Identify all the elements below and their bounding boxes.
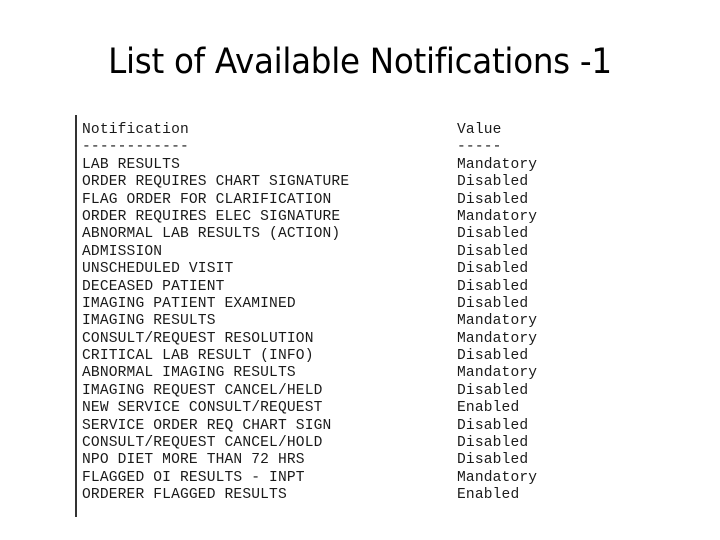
table-row: NEW SERVICE CONSULT/REQUEST Enabled	[82, 400, 537, 417]
table-row: FLAG ORDER FOR CLARIFICATION Disabled	[82, 192, 537, 209]
notification-value: Disabled	[457, 261, 529, 278]
notification-name: ORDER REQUIRES ELEC SIGNATURE	[82, 208, 341, 225]
notification-name: NEW SERVICE CONSULT/REQUEST	[82, 400, 323, 417]
notification-name: CONSULT/REQUEST RESOLUTION	[82, 330, 314, 347]
notification-name: ABNORMAL IMAGING RESULTS	[82, 365, 296, 382]
notification-value: Enabled	[457, 487, 520, 504]
table-header-row: Notification Value	[82, 122, 537, 139]
notification-name: LAB RESULTS	[82, 156, 180, 173]
notification-name: ABNORMAL LAB RESULTS (ACTION)	[82, 226, 341, 243]
table-row: ORDER REQUIRES ELEC SIGNATURE Mandatory	[82, 209, 537, 226]
notification-listing: Notification Value ------------ ----- LA…	[75, 115, 577, 517]
table-separator-row: ------------ -----	[82, 139, 537, 156]
notification-name: FLAG ORDER FOR CLARIFICATION	[82, 191, 332, 208]
notification-name: CONSULT/REQUEST CANCEL/HOLD	[82, 435, 323, 452]
notification-value: Mandatory	[457, 313, 538, 330]
table-row: SERVICE ORDER REQ CHART SIGN Disabled	[82, 418, 537, 435]
notification-value: Enabled	[457, 400, 520, 417]
notification-name: NPO DIET MORE THAN 72 HRS	[82, 452, 305, 469]
notification-value: Disabled	[457, 382, 529, 399]
notification-value: Disabled	[457, 295, 529, 312]
notification-name: IMAGING PATIENT EXAMINED	[82, 295, 296, 312]
notification-table: Notification Value ------------ ----- LA…	[82, 122, 537, 505]
separator-notification: ------------	[82, 139, 189, 156]
notification-value: Mandatory	[457, 156, 538, 173]
notification-name: CRITICAL LAB RESULT (INFO)	[82, 348, 314, 365]
notification-name: ORDER REQUIRES CHART SIGNATURE	[82, 174, 350, 191]
notification-value: Disabled	[457, 417, 529, 434]
notification-value: Disabled	[457, 278, 529, 295]
notification-name: UNSCHEDULED VISIT	[82, 261, 234, 278]
header-notification: Notification	[82, 122, 189, 138]
notification-value: Mandatory	[457, 330, 538, 347]
notification-value: Mandatory	[457, 469, 538, 486]
notification-value: Mandatory	[457, 365, 538, 382]
table-row: DECEASED PATIENT Disabled	[82, 279, 537, 296]
table-row: NPO DIET MORE THAN 72 HRS Disabled	[82, 452, 537, 469]
table-row: ORDERER FLAGGED RESULTS Enabled	[82, 487, 537, 504]
table-row: CRITICAL LAB RESULT (INFO) Disabled	[82, 348, 537, 365]
slide-title: List of Available Notifications -1	[108, 42, 612, 82]
notification-name: SERVICE ORDER REQ CHART SIGN	[82, 417, 332, 434]
table-row: ORDER REQUIRES CHART SIGNATURE Disabled	[82, 174, 537, 191]
notification-name: IMAGING RESULTS	[82, 313, 216, 330]
notification-value: Disabled	[457, 452, 529, 469]
notification-value: Disabled	[457, 243, 529, 260]
table-row: ABNORMAL LAB RESULTS (ACTION) Disabled	[82, 226, 537, 243]
notification-name: FLAGGED OI RESULTS - INPT	[82, 469, 305, 486]
notification-value: Disabled	[457, 435, 529, 452]
notification-name: ADMISSION	[82, 243, 163, 260]
notification-name: DECEASED PATIENT	[82, 278, 225, 295]
table-row: UNSCHEDULED VISIT Disabled	[82, 261, 537, 278]
separator-value: -----	[457, 139, 502, 156]
table-row: IMAGING RESULTS Mandatory	[82, 313, 537, 330]
table-row: IMAGING REQUEST CANCEL/HELD Disabled	[82, 383, 537, 400]
table-row: CONSULT/REQUEST CANCEL/HOLD Disabled	[82, 435, 537, 452]
table-row: LAB RESULTS Mandatory	[82, 157, 537, 174]
notification-value: Mandatory	[457, 208, 538, 225]
notification-name: ORDERER FLAGGED RESULTS	[82, 487, 287, 504]
notification-value: Disabled	[457, 174, 529, 191]
notification-value: Disabled	[457, 348, 529, 365]
notification-value: Disabled	[457, 226, 529, 243]
table-row: IMAGING PATIENT EXAMINED Disabled	[82, 296, 537, 313]
header-value: Value	[457, 122, 502, 138]
notification-name: IMAGING REQUEST CANCEL/HELD	[82, 382, 323, 399]
table-row: FLAGGED OI RESULTS - INPT Mandatory	[82, 470, 537, 487]
table-row: ADMISSION Disabled	[82, 244, 537, 261]
table-row: ABNORMAL IMAGING RESULTS Mandatory	[82, 365, 537, 382]
table-row: CONSULT/REQUEST RESOLUTION Mandatory	[82, 331, 537, 348]
notification-value: Disabled	[457, 191, 529, 208]
